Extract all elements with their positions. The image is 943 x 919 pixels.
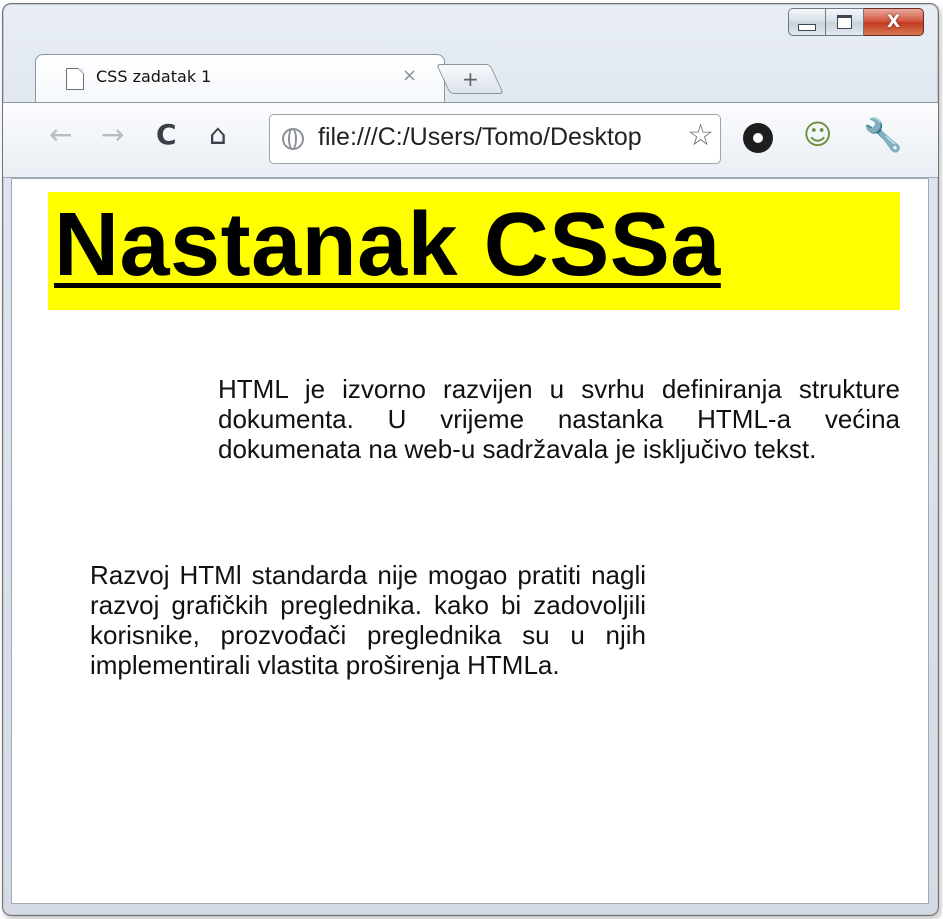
plus-icon: + xyxy=(461,67,479,91)
forward-arrow-icon[interactable]: → xyxy=(101,121,124,149)
close-icon: X xyxy=(886,12,901,32)
extension-chat-icon[interactable]: ☺ xyxy=(803,121,832,149)
wrench-menu-icon[interactable]: 🔧 xyxy=(863,119,903,151)
browser-toolbar: ← → C ⌂ file:///C:/Users/Tomo/Desktop ☆ … xyxy=(3,102,938,178)
maximize-button[interactable] xyxy=(826,8,864,36)
new-tab-button[interactable]: + xyxy=(436,64,504,94)
browser-window: X CSS zadatak 1 × + ← → C ⌂ file:///C:/U… xyxy=(2,3,939,916)
url-input[interactable]: file:///C:/Users/Tomo/Desktop xyxy=(318,123,673,152)
tab-css-zadatak[interactable]: CSS zadatak 1 × xyxy=(35,54,445,104)
extension-gear-icon[interactable] xyxy=(743,123,773,153)
paragraph-1: HTML je izvorno razvijen u svrhu definir… xyxy=(218,374,900,464)
maximize-icon xyxy=(837,15,852,29)
globe-icon xyxy=(282,128,304,150)
address-bar[interactable]: file:///C:/Users/Tomo/Desktop ☆ xyxy=(269,114,721,164)
minimize-button[interactable] xyxy=(788,8,826,36)
close-window-button[interactable]: X xyxy=(864,8,924,36)
page-viewport: Nastanak CSSa HTML je izvorno razvijen u… xyxy=(11,178,929,904)
window-caption-buttons: X xyxy=(788,8,924,36)
reload-icon[interactable]: C xyxy=(156,121,177,149)
paragraph-2: Razvoj HTMl standarda nije mogao pratiti… xyxy=(90,560,646,680)
tab-title: CSS zadatak 1 xyxy=(96,67,212,86)
minimize-icon xyxy=(798,23,816,31)
home-icon[interactable]: ⌂ xyxy=(209,121,227,149)
page-heading: Nastanak CSSa xyxy=(54,195,721,295)
back-arrow-icon[interactable]: ← xyxy=(49,121,72,149)
page-heading-banner: Nastanak CSSa xyxy=(48,192,900,310)
tab-close-icon[interactable]: × xyxy=(402,65,417,86)
page-icon xyxy=(66,68,84,90)
bookmark-star-icon[interactable]: ☆ xyxy=(687,121,714,151)
